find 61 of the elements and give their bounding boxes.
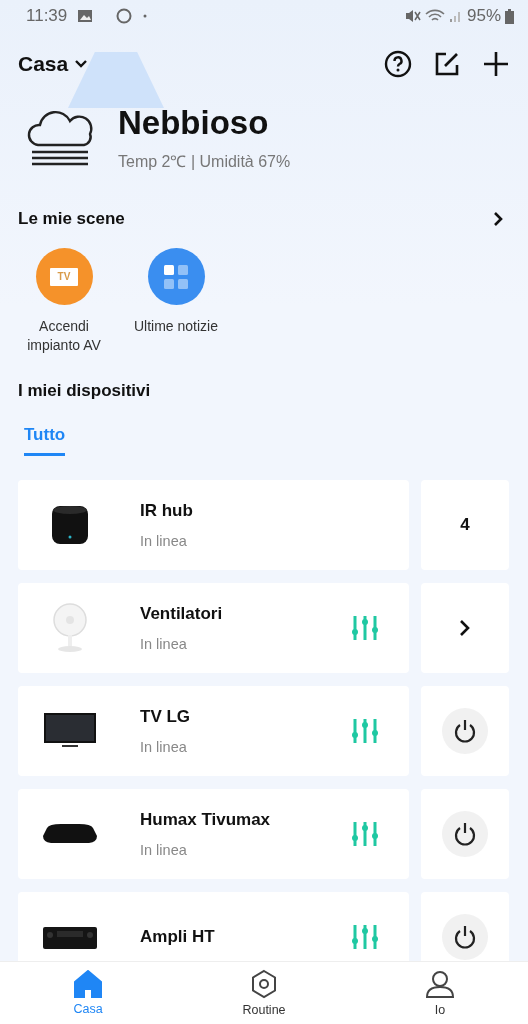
power-icon	[452, 821, 478, 847]
battery-level: 95%	[466, 6, 501, 26]
device-name: TV LG	[140, 707, 192, 727]
sliders-icon[interactable]	[351, 717, 379, 745]
signal-icon	[448, 9, 463, 23]
device-status: In linea	[140, 842, 188, 858]
home-icon	[73, 970, 103, 998]
device-count: 4	[460, 515, 470, 535]
circle-icon	[115, 7, 134, 25]
home-selector[interactable]: Casa	[18, 52, 89, 76]
device-name: IR hub	[140, 501, 194, 521]
device-name: Ampli HT	[140, 927, 216, 947]
chevron-right-icon[interactable]	[492, 211, 504, 227]
device-status: In linea	[140, 533, 188, 549]
add-icon[interactable]	[482, 50, 510, 78]
help-icon[interactable]	[384, 50, 412, 78]
weather-condition: Nebbioso	[118, 104, 270, 142]
power-icon	[452, 924, 478, 950]
device-status: In linea	[140, 739, 188, 755]
section-title: Le mie scene	[18, 209, 125, 229]
set-top-box-icon	[41, 822, 99, 846]
fan-device-icon	[50, 602, 90, 654]
tv-label-icon: TV	[50, 267, 78, 286]
power-icon	[452, 718, 478, 744]
user-icon	[425, 969, 455, 999]
device-card[interactable]: Humax Tivumax In linea	[18, 789, 409, 879]
section-title: I miei dispositivi	[17, 381, 152, 401]
mute-icon	[404, 9, 421, 23]
edit-icon[interactable]	[434, 51, 460, 77]
sliders-icon[interactable]	[351, 923, 379, 951]
amplifier-icon	[41, 925, 99, 949]
nav-tab[interactable]: Casa	[0, 962, 176, 1024]
device-card[interactable]: TV LG In linea	[18, 686, 409, 776]
scene-button[interactable]	[147, 248, 205, 305]
hub-device-icon	[50, 504, 90, 546]
side-panel[interactable]: 4	[421, 480, 509, 570]
device-card[interactable]: Ampli HT	[18, 892, 409, 961]
chevron-down-icon	[74, 59, 89, 69]
scene-label: Ultime notizie	[134, 317, 218, 336]
device-name: Humax Tivumax	[140, 810, 272, 830]
sliders-icon[interactable]	[351, 820, 379, 848]
device-status: In linea	[140, 636, 188, 652]
power-button[interactable]	[442, 811, 488, 857]
chevron-right-icon	[458, 618, 472, 638]
sliders-icon[interactable]	[351, 614, 379, 642]
dot-icon	[143, 14, 148, 18]
device-card[interactable]: Ventilatori In linea	[18, 583, 409, 673]
nav-tab[interactable]: Routine	[176, 962, 352, 1024]
device-card[interactable]: IR hub In linea	[18, 480, 409, 570]
device-name: Ventilatori	[140, 604, 224, 624]
nav-tab[interactable]: Io	[352, 962, 528, 1024]
battery-icon	[505, 8, 514, 24]
wifi-icon	[424, 9, 445, 23]
image-icon	[77, 9, 94, 23]
hexagon-icon	[250, 969, 278, 999]
status-time: 11:39	[26, 6, 68, 26]
power-button[interactable]	[442, 914, 488, 960]
scene-label: Accendi impianto AV	[26, 317, 102, 355]
grid-icon	[163, 263, 189, 290]
power-button[interactable]	[442, 708, 488, 754]
weather-details: Temp 2℃ | Umidità 67%	[118, 152, 291, 172]
